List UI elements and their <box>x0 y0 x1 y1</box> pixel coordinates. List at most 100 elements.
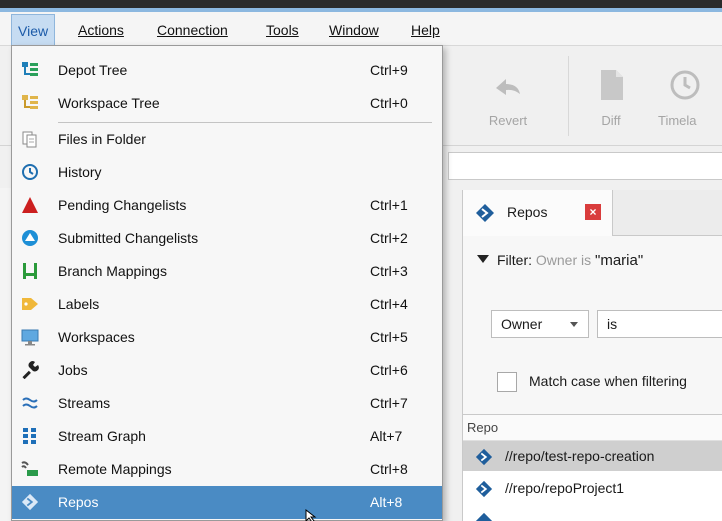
menu-item-remote-mappings[interactable]: Remote Mappings Ctrl+8 <box>12 453 442 486</box>
menu-item-repos[interactable]: Repos Alt+8 <box>12 486 442 519</box>
diff-label: Diff <box>601 113 621 128</box>
menu-item-workspace-tree[interactable]: Workspace Tree Ctrl+0 <box>12 87 442 120</box>
menu-item-jobs[interactable]: Jobs Ctrl+6 <box>12 354 442 387</box>
match-case-label: Match case when filtering <box>529 373 687 389</box>
menu-item-label: History <box>58 164 102 180</box>
menu-item-shortcut: Ctrl+0 <box>370 95 408 111</box>
menu-item-files-in-folder[interactable]: Files in Folder <box>12 123 442 156</box>
menu-item-shortcut: Alt+7 <box>370 428 403 444</box>
depot-tree-icon <box>22 62 38 76</box>
branch-mappings-icon <box>23 263 37 279</box>
files-in-folder-icon <box>22 131 37 148</box>
timelapse-button[interactable]: Timela <box>650 46 722 146</box>
mouse-cursor-icon <box>305 509 317 521</box>
filter-field-value: Owner <box>501 316 543 332</box>
repos-table: Repo //repo/test-repo-creation //repo/re… <box>463 414 722 521</box>
history-icon <box>22 164 38 180</box>
menu-item-branch-mappings[interactable]: Branch Mappings Ctrl+3 <box>12 255 442 288</box>
menu-help-label: Help <box>411 22 440 38</box>
menu-item-shortcut: Ctrl+1 <box>370 197 408 213</box>
window-title-strip <box>0 0 722 12</box>
repos-panel: Repos × Filter: Owner is "maria" Owner i… <box>462 190 722 521</box>
menu-item-shortcut: Ctrl+8 <box>370 461 408 477</box>
repo-icon <box>475 448 493 466</box>
menu-item-label: Remote Mappings <box>58 461 172 477</box>
menu-item-label: Files in Folder <box>58 131 146 147</box>
workspaces-icon <box>21 329 39 346</box>
stream-graph-icon <box>23 428 36 444</box>
menu-item-workspaces[interactable]: Workspaces Ctrl+5 <box>12 321 442 354</box>
menu-connection[interactable]: Connection <box>157 20 228 40</box>
table-row[interactable] <box>463 505 722 521</box>
menu-item-depot-tree[interactable]: Depot Tree Ctrl+9 <box>12 54 442 87</box>
tab-repos[interactable]: Repos × <box>463 190 613 236</box>
table-row[interactable]: //repo/repoProject1 <box>463 473 722 503</box>
menu-item-shortcut: Ctrl+2 <box>370 230 408 246</box>
repo-name: //repo/test-repo-creation <box>505 448 655 464</box>
repo-icon <box>475 480 493 498</box>
menu-item-label: Jobs <box>58 362 88 378</box>
timelapse-label: Timela <box>658 113 697 128</box>
menu-actions-label: Actions <box>78 22 124 38</box>
menu-item-shortcut: Ctrl+4 <box>370 296 408 312</box>
filter-operator-value: is <box>607 316 618 332</box>
menu-window[interactable]: Window <box>329 20 379 40</box>
jobs-icon <box>22 361 39 379</box>
menu-item-label: Branch Mappings <box>58 263 167 279</box>
filter-operator-select[interactable]: is <box>597 310 722 338</box>
pending-changelists-icon <box>22 197 38 213</box>
menu-item-label: Streams <box>58 395 111 411</box>
menu-item-label: Depot Tree <box>58 62 128 78</box>
menu-item-submitted-changelists[interactable]: Submitted Changelists Ctrl+2 <box>12 222 442 255</box>
menu-item-label: Workspace Tree <box>58 95 160 111</box>
repo-tab-icon <box>476 204 494 222</box>
menu-item-labels[interactable]: Labels Ctrl+4 <box>12 288 442 321</box>
diff-button[interactable]: Diff <box>580 46 642 146</box>
tab-repos-label: Repos <box>507 204 548 220</box>
menu-view[interactable]: View <box>11 14 56 46</box>
menu-window-label: Window <box>329 22 379 38</box>
filter-collapse-icon[interactable] <box>477 255 489 263</box>
menu-actions[interactable]: Actions <box>78 20 124 40</box>
menu-item-shortcut: Ctrl+3 <box>370 263 408 279</box>
menu-item-label: Stream Graph <box>58 428 146 444</box>
view-menu-dropdown: Depot Tree Ctrl+9 Workspace Tree Ctrl+0 … <box>11 45 443 521</box>
repos-icon <box>21 493 39 511</box>
repo-icon <box>475 512 493 521</box>
menu-item-shortcut: Alt+8 <box>370 494 403 510</box>
timelapse-icon <box>670 70 700 100</box>
workspace-tree-icon <box>22 95 38 109</box>
menu-item-label: Submitted Changelists <box>58 230 199 246</box>
remote-mappings-icon <box>21 461 38 476</box>
filter-summary[interactable]: Filter: Owner is "maria" <box>477 252 643 269</box>
menu-item-label: Repos <box>58 494 99 510</box>
toolbar-separator <box>568 56 569 136</box>
filter-label: Filter: <box>497 252 532 268</box>
filter-field-select[interactable]: Owner <box>491 310 589 338</box>
revert-icon <box>496 79 520 95</box>
menu-tools[interactable]: Tools <box>266 20 299 40</box>
menu-item-history[interactable]: History <box>12 156 442 189</box>
menu-item-label: Workspaces <box>58 329 135 345</box>
table-row[interactable]: //repo/test-repo-creation <box>463 441 722 471</box>
diff-icon <box>601 70 623 100</box>
filter-condition: Owner is <box>535 252 592 268</box>
menu-item-streams[interactable]: Streams Ctrl+7 <box>12 387 442 420</box>
path-input[interactable] <box>448 152 722 180</box>
revert-label: Revert <box>488 113 528 128</box>
match-case-checkbox[interactable] <box>497 372 517 392</box>
column-header-repo[interactable]: Repo <box>463 415 722 441</box>
revert-button[interactable]: Revert <box>462 46 554 146</box>
close-tab-icon[interactable]: × <box>585 204 601 220</box>
menu-item-pending-changelists[interactable]: Pending Changelists Ctrl+1 <box>12 189 442 222</box>
menu-help[interactable]: Help <box>411 20 440 40</box>
menu-item-shortcut: Ctrl+6 <box>370 362 408 378</box>
menu-item-stream-graph[interactable]: Stream Graph Alt+7 <box>12 420 442 453</box>
menu-item-shortcut: Ctrl+5 <box>370 329 408 345</box>
streams-icon <box>22 397 38 409</box>
repo-name: //repo/repoProject1 <box>505 480 625 496</box>
menu-item-shortcut: Ctrl+9 <box>370 62 408 78</box>
menu-tools-label: Tools <box>266 22 299 38</box>
chevron-down-icon <box>570 322 578 327</box>
submitted-changelists-icon <box>22 230 38 246</box>
